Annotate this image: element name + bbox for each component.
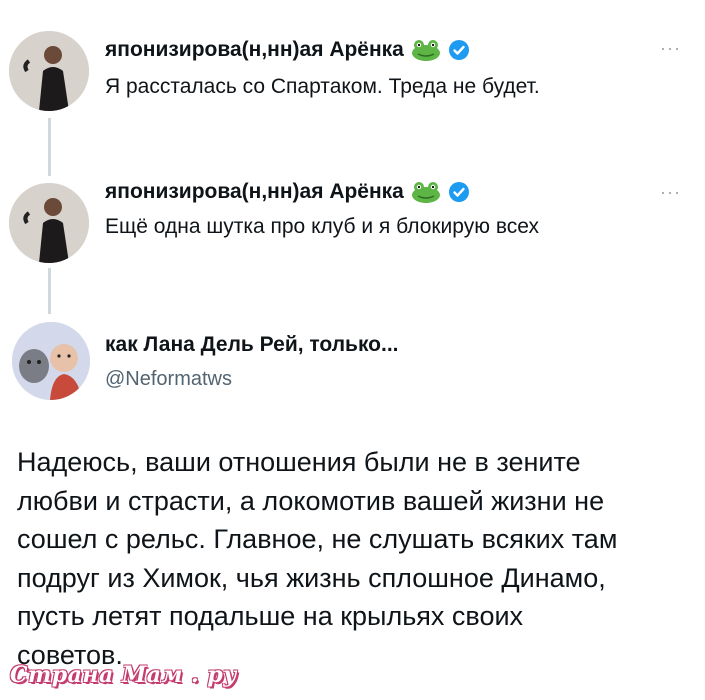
tweet-text-line: пусть летят подальше на крыльях своих (17, 601, 524, 631)
tweet-text-line: любви и страсти, а локомотив вашей жизни… (17, 485, 605, 516)
verified-badge-icon (448, 40, 469, 60)
thread-connector (48, 118, 51, 176)
frog-emoji-icon (411, 40, 440, 61)
tweet-text: Я рассталась со Спартаком. Треда не буде… (105, 75, 540, 98)
more-options-icon[interactable]: ··· (660, 38, 681, 59)
more-options-icon[interactable]: ··· (660, 182, 681, 203)
avatar-photo (12, 322, 90, 400)
avatar-photo (9, 183, 89, 263)
frog-emoji-icon (411, 182, 440, 203)
author-name[interactable]: японизирова(н,нн)ая Арёнка (105, 38, 404, 62)
avatar[interactable] (9, 31, 89, 111)
tweet-author-row: японизирова(н,нн)ая Арёнка (105, 38, 470, 62)
author-handle[interactable]: @Neformatws (105, 368, 232, 391)
tweet-text: Надеюсь, ваши отношения были не в зените… (17, 443, 687, 674)
quote-avatar[interactable] (12, 322, 90, 400)
tweet-author-row: японизирова(н,нн)ая Арёнка (105, 180, 470, 204)
tweet-text-line: Надеюсь, ваши отношения были не в зените (17, 447, 581, 477)
tweet-text: Ещё одна шутка про клуб и я блокирую все… (105, 215, 539, 238)
avatar[interactable] (9, 183, 89, 263)
tweet-text-line: подруг из Химок, чья жизнь сплошное Дина… (17, 562, 606, 593)
verified-badge-icon (448, 182, 469, 202)
quote-author-row: как Лана Дель Рей, только... (105, 333, 399, 357)
tweet-text-line: сошел с рельс. Главное, не слушать всяки… (17, 524, 618, 554)
thread-connector (48, 268, 51, 314)
author-name[interactable]: японизирова(н,нн)ая Арёнка (105, 180, 404, 204)
avatar-photo (9, 31, 89, 111)
site-watermark: Страна Мам . ру (10, 662, 237, 688)
author-name[interactable]: как Лана Дель Рей, только... (105, 333, 399, 357)
